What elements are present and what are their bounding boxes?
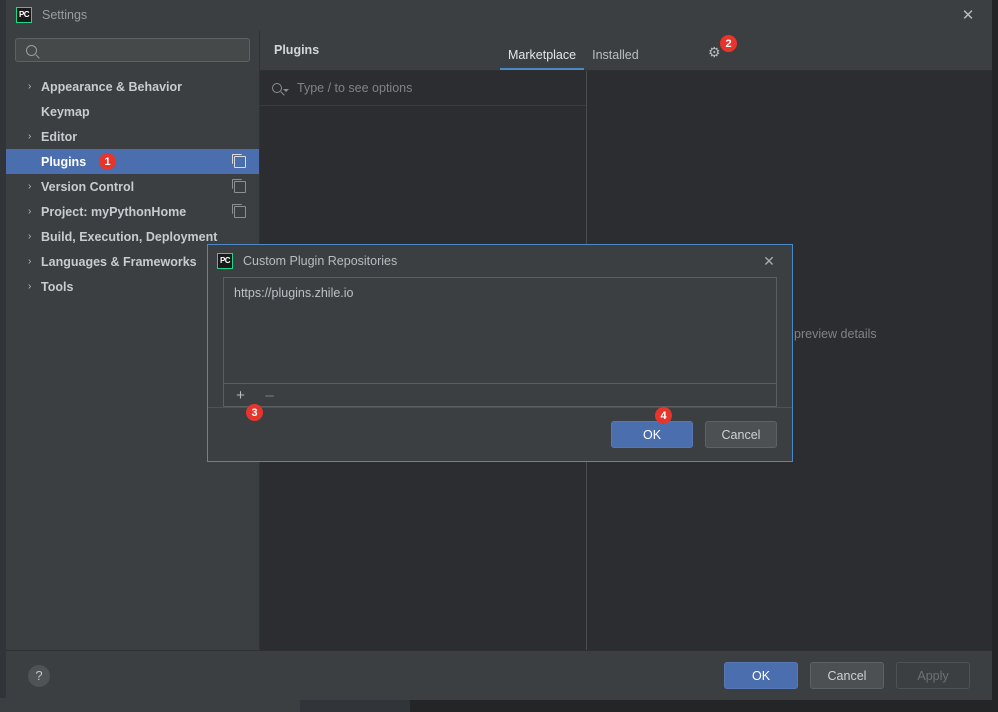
add-repository-button[interactable]: + [234, 388, 247, 403]
detail-placeholder-text: preview details [794, 327, 877, 341]
tab-marketplace[interactable]: Marketplace [500, 48, 585, 70]
repository-list-item[interactable]: https://plugins.zhile.io [234, 286, 766, 300]
sidebar-search[interactable] [15, 38, 250, 62]
sidebar-item-keymap[interactable]: Keymap [6, 99, 259, 124]
bg-bottom-right [410, 698, 998, 712]
help-button[interactable]: ? [28, 664, 50, 687]
sidebar-item-label: Project: myPythonHome [41, 204, 187, 219]
sidebar-item-label: Editor [41, 129, 78, 144]
copy-settings-icon [232, 203, 246, 218]
search-icon [272, 83, 282, 93]
sidebar-item-label: Version Control [41, 179, 135, 194]
chevron-right-icon[interactable]: › [28, 207, 37, 217]
close-icon[interactable]: ✕ [760, 252, 778, 270]
sidebar-item-label: Keymap [41, 104, 90, 119]
dialog-title: Custom Plugin Repositories [243, 254, 398, 268]
tab-installed[interactable]: Installed [584, 48, 647, 70]
pycharm-icon: PC [217, 253, 233, 269]
sidebar-item-editor[interactable]: › Editor [6, 124, 259, 149]
close-icon[interactable]: ✕ [958, 5, 978, 25]
plugins-tabs: Marketplace Installed [500, 30, 647, 70]
repository-toolbar: + – 3 [223, 383, 777, 421]
dialog-body: https://plugins.zhile.io + – 3 [208, 277, 792, 421]
annotation-badge-2: 2 [720, 35, 737, 52]
chevron-right-icon[interactable]: › [28, 82, 37, 92]
settings-titlebar: PC Settings ✕ [6, 0, 992, 30]
chevron-right-icon[interactable]: › [28, 182, 37, 192]
sidebar-item-plugins[interactable]: Plugins 1 [6, 149, 259, 174]
plugin-search-field[interactable]: Type / to see options [260, 71, 586, 106]
bg-bottom-left [0, 698, 300, 712]
window-title: Settings [42, 8, 88, 22]
sidebar-item-label: Plugins [41, 154, 87, 169]
search-icon [26, 44, 37, 56]
dialog-titlebar: PC Custom Plugin Repositories ✕ [208, 245, 792, 277]
sidebar-item-label: Languages & Frameworks [41, 254, 197, 269]
annotation-badge-4: 4 [655, 407, 672, 424]
cancel-button[interactable]: Cancel [810, 662, 884, 689]
repository-list[interactable]: https://plugins.zhile.io [223, 277, 777, 383]
chevron-right-icon[interactable]: › [28, 132, 37, 142]
copy-settings-icon [232, 153, 246, 168]
sidebar-item-project-mypythonhome[interactable]: › Project: myPythonHome [6, 199, 259, 224]
search-input[interactable] [44, 43, 243, 57]
annotation-badge-1: 1 [99, 153, 116, 170]
page-title: Plugins [274, 43, 320, 57]
ok-button[interactable]: OK [724, 662, 798, 689]
remove-repository-button: – [265, 386, 274, 404]
custom-plugin-repositories-dialog: PC Custom Plugin Repositories ✕ https://… [207, 244, 793, 462]
chevron-right-icon[interactable]: › [28, 257, 37, 267]
pycharm-icon: PC [16, 7, 32, 23]
chevron-right-icon[interactable]: › [28, 232, 37, 242]
dialog-ok-button[interactable]: OK [611, 421, 693, 448]
plugins-settings-button[interactable]: ⚙ 2 [708, 35, 737, 61]
sidebar-item-label: Appearance & Behavior [41, 79, 183, 94]
apply-button: Apply [896, 662, 970, 689]
annotation-badge-3: 3 [246, 404, 263, 421]
plugin-search-placeholder: Type / to see options [297, 81, 413, 95]
footer-buttons: OK Cancel Apply [724, 662, 970, 689]
dialog-footer: OK Cancel 4 [208, 407, 792, 461]
plugins-header: Plugins Marketplace Installed ⚙ 2 [260, 30, 992, 70]
sidebar-item-version-control[interactable]: › Version Control [6, 174, 259, 199]
chevron-right-icon[interactable]: › [28, 282, 37, 292]
dialog-cancel-button[interactable]: Cancel [705, 421, 777, 448]
sidebar-item-label: Tools [41, 279, 74, 294]
sidebar-item-label: Build, Execution, Deployment [41, 229, 218, 244]
sidebar-item-appearance-behavior[interactable]: › Appearance & Behavior [6, 74, 259, 99]
copy-settings-icon [232, 178, 246, 193]
chevron-down-icon [283, 89, 289, 92]
bg-bottom-mid [300, 698, 410, 712]
settings-footer: ? OK Cancel Apply [6, 650, 992, 700]
